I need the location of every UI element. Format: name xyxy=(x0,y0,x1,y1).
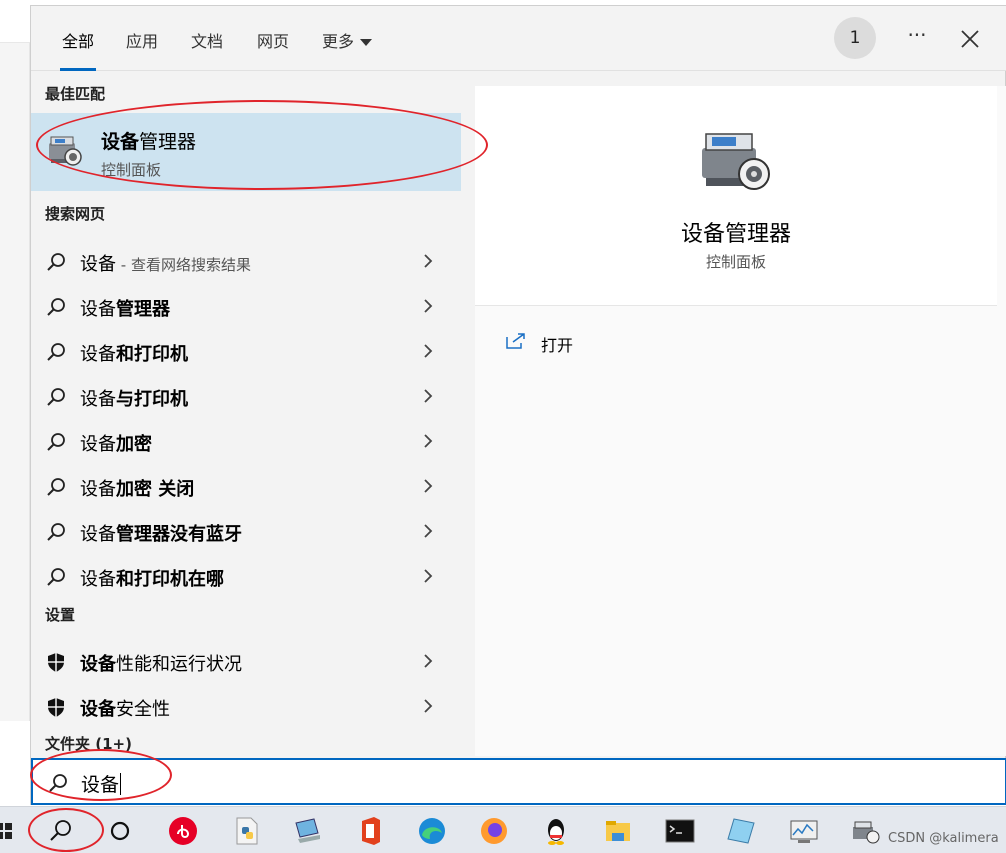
search-input-value: 设备 xyxy=(81,770,121,797)
settings-result-label: 设备安全性 xyxy=(80,699,170,720)
performance-monitor-icon[interactable] xyxy=(788,815,820,847)
web-result-label: 设备管理器没有蓝牙 xyxy=(80,524,242,545)
search-icon xyxy=(47,298,65,316)
chevron-right-icon xyxy=(424,524,433,538)
web-result-item[interactable]: 设备加密 关闭 xyxy=(31,464,461,509)
open-external-icon xyxy=(506,333,525,349)
web-result-label: 设备加密 关闭 xyxy=(80,479,195,500)
settings-result-label: 设备性能和运行状况 xyxy=(80,654,242,675)
search-icon[interactable] xyxy=(44,815,76,847)
notepad-icon[interactable] xyxy=(726,815,758,847)
chevron-right-icon xyxy=(424,479,433,493)
search-icon xyxy=(47,343,65,361)
python-file-icon[interactable] xyxy=(230,815,262,847)
background-app-sidebar xyxy=(0,43,30,721)
best-match-item[interactable]: 设备管理器 控制面板 xyxy=(31,113,461,191)
web-result-item[interactable]: 设备与打印机 xyxy=(31,374,461,419)
shield-icon xyxy=(48,653,64,672)
search-panel: 全部 应用 文档 网页 更多 1 ··· 最佳匹配 设备管理器 控制面板 搜索网… xyxy=(30,5,1006,805)
web-result-label: 设备和打印机在哪 xyxy=(80,569,224,590)
section-folders: 文件夹 (1+) xyxy=(45,735,132,753)
close-icon xyxy=(961,30,979,48)
section-settings: 设置 xyxy=(45,606,76,624)
chevron-right-icon xyxy=(424,299,433,313)
tab-more-label: 更多 xyxy=(322,32,355,51)
tab-web[interactable]: 网页 xyxy=(257,28,289,52)
close-button[interactable] xyxy=(956,25,984,53)
chevron-right-icon xyxy=(424,654,433,668)
taskbar: CSDN @kalimera xyxy=(0,806,1006,853)
best-match-subtitle: 控制面板 xyxy=(101,161,162,179)
device-manager-icon[interactable] xyxy=(850,815,882,847)
chevron-right-icon xyxy=(424,569,433,583)
computer-icon[interactable] xyxy=(292,815,324,847)
best-match-title: 设备管理器 xyxy=(101,131,197,153)
more-options-button[interactable]: ··· xyxy=(903,25,931,53)
search-input[interactable]: 设备 xyxy=(31,758,1006,805)
edge-icon[interactable] xyxy=(416,815,448,847)
search-icon xyxy=(47,523,65,541)
device-manager-icon xyxy=(49,136,82,166)
tab-all[interactable]: 全部 xyxy=(59,28,97,71)
detail-pane: 设备管理器 控制面板 打开 xyxy=(475,86,1006,756)
tab-documents[interactable]: 文档 xyxy=(191,28,223,52)
open-action-label: 打开 xyxy=(541,336,574,355)
qq-icon[interactable] xyxy=(540,815,572,847)
web-result-item[interactable]: 设备和打印机 xyxy=(31,329,461,374)
caret-down-icon xyxy=(360,39,373,46)
search-icon xyxy=(47,388,65,406)
search-icon xyxy=(47,433,65,451)
search-icon xyxy=(47,253,65,271)
terminal-icon[interactable] xyxy=(664,815,696,847)
chevron-right-icon xyxy=(424,344,433,358)
web-result-label: 设备管理器 xyxy=(80,299,170,320)
shield-icon xyxy=(48,698,64,717)
firefox-icon[interactable] xyxy=(478,815,510,847)
settings-result-item[interactable]: 设备性能和运行状况 xyxy=(31,639,461,684)
results-list: 最佳匹配 设备管理器 控制面板 搜索网页 设备 - 查看网络搜索结果 设备管理器 xyxy=(31,71,461,756)
web-result-label: 设备和打印机 xyxy=(80,344,188,365)
chevron-right-icon xyxy=(424,254,433,268)
web-result-item[interactable]: 设备 - 查看网络搜索结果 xyxy=(31,239,461,284)
tab-more[interactable]: 更多 xyxy=(322,28,373,52)
file-explorer-icon[interactable] xyxy=(602,815,634,847)
watermark: CSDN @kalimera xyxy=(888,831,999,846)
device-manager-icon xyxy=(702,133,770,190)
background-app-bottom xyxy=(0,721,30,806)
detail-card: 设备管理器 控制面板 xyxy=(475,86,997,306)
section-search-web: 搜索网页 xyxy=(45,205,106,223)
netease-music-icon[interactable] xyxy=(167,815,199,847)
account-badge[interactable]: 1 xyxy=(834,17,876,59)
search-icon xyxy=(47,478,65,496)
web-result-label: 设备与打印机 xyxy=(80,389,188,410)
windows-start-icon[interactable] xyxy=(0,815,20,847)
chevron-right-icon xyxy=(424,389,433,403)
section-best-match: 最佳匹配 xyxy=(45,85,106,103)
chevron-right-icon xyxy=(424,434,433,448)
tab-apps[interactable]: 应用 xyxy=(126,28,158,52)
web-result-item[interactable]: 设备管理器没有蓝牙 xyxy=(31,509,461,554)
search-icon xyxy=(47,568,65,586)
web-result-item[interactable]: 设备加密 xyxy=(31,419,461,464)
web-result-label: 设备 - 查看网络搜索结果 xyxy=(80,254,251,275)
search-icon xyxy=(49,774,67,792)
search-filter-bar: 全部 应用 文档 网页 更多 1 ··· xyxy=(31,6,1006,71)
office-icon[interactable] xyxy=(354,815,386,847)
task-view-icon[interactable] xyxy=(104,815,136,847)
detail-subtitle: 控制面板 xyxy=(705,253,766,271)
settings-result-item[interactable]: 设备安全性 xyxy=(31,684,461,729)
chevron-right-icon xyxy=(424,699,433,713)
web-result-label: 设备加密 xyxy=(80,434,152,455)
web-result-item[interactable]: 设备和打印机在哪 xyxy=(31,554,461,599)
detail-title: 设备管理器 xyxy=(680,222,791,247)
web-result-item[interactable]: 设备管理器 xyxy=(31,284,461,329)
